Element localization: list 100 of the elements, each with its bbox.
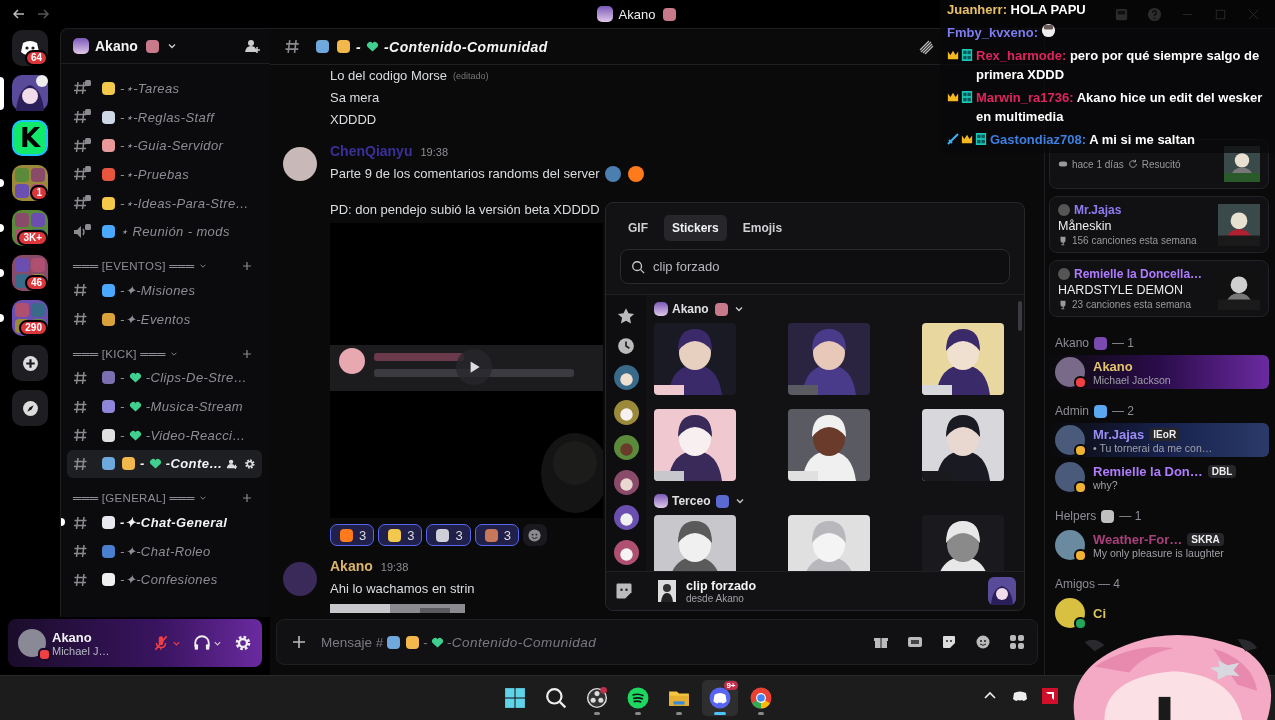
message-time: 19:38 — [420, 146, 448, 158]
picker-tab[interactable]: Emojis — [734, 215, 791, 241]
badge-icon — [975, 133, 987, 145]
plus-icon[interactable] — [242, 493, 252, 504]
guild-tag: IEoR — [1149, 427, 1181, 441]
server-button[interactable] — [12, 75, 48, 111]
trophy-icon — [1058, 235, 1068, 246]
sticker-pack-icon[interactable] — [613, 505, 639, 530]
status-icon — [38, 648, 51, 661]
reaction-button[interactable]: 3 — [426, 524, 471, 546]
picker-tab[interactable]: Stickers — [664, 215, 727, 241]
channel-item[interactable]: ⋆ Reunión - mods — [67, 217, 262, 247]
plus-icon[interactable] — [242, 261, 252, 272]
forward-arrow-icon[interactable] — [36, 7, 50, 21]
mention-badge: 3K+ — [17, 230, 48, 246]
sticker-pack-name[interactable]: Terceo — [672, 494, 711, 508]
server-button[interactable]: 64 — [12, 30, 48, 66]
headphones-icon[interactable] — [193, 634, 211, 652]
sticker-pack-name[interactable]: Akano — [672, 302, 709, 316]
channel-item[interactable]: -⋆-Pruebas — [67, 160, 262, 189]
chevron-icon[interactable] — [735, 496, 746, 506]
server-button[interactable]: K — [12, 120, 48, 156]
category-label[interactable]: ═══ [EVENTOS] ═══ — [73, 260, 195, 273]
avatar[interactable] — [18, 629, 46, 657]
server-indicator — [0, 179, 4, 187]
picker-tab[interactable]: GIF — [620, 215, 656, 241]
category-label[interactable]: ═══ [GENERAL] ═══ — [73, 492, 195, 505]
guild-tag: DBL — [1207, 464, 1237, 478]
sticker-icon[interactable] — [941, 634, 957, 650]
plus-icon[interactable] — [242, 348, 252, 359]
server-name[interactable]: Akano — [95, 38, 138, 54]
server-button[interactable]: 3K+ — [12, 210, 48, 246]
channel-item[interactable]: -✦-Chat-Roleo — [67, 536, 262, 566]
channel-item[interactable]: -✦-Chat-General — [67, 508, 262, 537]
activity-detail: Resucitó — [1141, 158, 1181, 170]
server-button[interactable]: 46 — [12, 255, 48, 291]
member-activity: Michael Jackson — [1093, 373, 1171, 386]
attach-button[interactable] — [291, 634, 307, 650]
reaction-button[interactable]: 3 — [378, 524, 423, 546]
avatar[interactable] — [283, 147, 317, 181]
threads-icon[interactable] — [918, 38, 934, 55]
scrollbar[interactable] — [1018, 301, 1022, 331]
add-reaction-button[interactable] — [522, 524, 547, 546]
chevron-icon[interactable] — [198, 494, 207, 503]
microphone-icon[interactable] — [152, 634, 170, 652]
server-button[interactable]: 290 — [12, 300, 48, 336]
channel-item[interactable]: - -Clips-De-Stre… — [67, 363, 262, 393]
reaction-button[interactable]: 3 — [474, 524, 519, 546]
channel-item[interactable]: - -Musica-Stream — [67, 392, 262, 421]
mention-badge: 1 — [30, 185, 48, 201]
channel-item[interactable]: -✦-Eventos — [67, 304, 262, 334]
chevron-icon[interactable] — [733, 304, 744, 314]
channel-item[interactable]: - -Video-Reacci… — [67, 420, 262, 450]
server-indicator — [0, 269, 4, 277]
channel-item[interactable]: -⋆-Guia-Servidor — [67, 131, 262, 161]
chevron-icon[interactable] — [166, 41, 177, 51]
server-button[interactable]: 1 — [12, 165, 48, 201]
sticker-search-field[interactable]: clip forzado — [653, 250, 999, 283]
channel-item[interactable]: -⋆-Tareas — [67, 74, 262, 103]
message-field[interactable]: Mensaje # - -Contenido-Comunidad — [321, 634, 859, 650]
activity-card[interactable]: Mr.Jajas Måneskin 156 canciones esta semana — [1049, 196, 1269, 253]
back-arrow-icon[interactable] — [12, 7, 26, 21]
chevron-icon[interactable] — [198, 262, 207, 271]
author-name[interactable]: Akano — [330, 558, 373, 574]
clock-icon[interactable] — [617, 337, 635, 355]
gamepad-icon — [1058, 159, 1068, 169]
channel-item[interactable]: - -Conte… — [67, 449, 262, 479]
apps-icon[interactable] — [1009, 634, 1025, 650]
invite-icon[interactable] — [244, 38, 260, 54]
channel-item[interactable]: -✦-Confesiones — [67, 565, 262, 595]
member-row[interactable]: Remielle la Don… DBL why? — [1049, 460, 1269, 494]
search-field[interactable]: clip forzado — [620, 249, 1010, 284]
amd-logo-icon[interactable] — [1042, 688, 1058, 704]
sticker-pack-icon[interactable] — [613, 470, 639, 495]
badge-icon — [961, 91, 973, 103]
recorder-icon — [585, 687, 608, 709]
settings-icon[interactable] — [234, 634, 252, 652]
channel-item[interactable]: -⋆-Ideas-Para-Stre… — [67, 188, 262, 218]
running-indicator — [675, 712, 682, 715]
member-name: Mr.Jajas — [1074, 203, 1122, 217]
emoji-icon[interactable] — [975, 634, 991, 650]
gif-icon[interactable] — [907, 634, 923, 650]
running-indicator — [757, 712, 764, 715]
sticker-pack-icon[interactable] — [613, 400, 639, 425]
activity-card[interactable]: Remielle la Doncella… HARDSTYLE DEMON 23 canciones esta semana — [1049, 260, 1269, 317]
taskbar-app[interactable]: 9+ — [701, 680, 738, 716]
star-icon[interactable] — [617, 307, 635, 325]
channel-item[interactable]: -⋆-Reglas-Staff — [67, 102, 262, 132]
category-label[interactable]: ═══ [KICK] ═══ — [73, 347, 166, 360]
sticker-pack-icon[interactable] — [613, 540, 639, 565]
member-row[interactable]: Ci — [1049, 596, 1269, 630]
reaction-button[interactable]: 3 — [330, 524, 375, 546]
sticker-pack-icon[interactable] — [613, 365, 639, 390]
sticker-name: clip forzado — [686, 578, 758, 593]
server-button[interactable] — [12, 390, 48, 426]
channel-title: - — [356, 38, 362, 55]
settings-icon[interactable] — [244, 456, 256, 471]
member-row[interactable]: Weather-For… SKRA My only pleasure is laughter — [1049, 528, 1269, 562]
channel-item[interactable]: -✦-Misiones — [67, 276, 262, 305]
server-button[interactable] — [12, 345, 48, 381]
